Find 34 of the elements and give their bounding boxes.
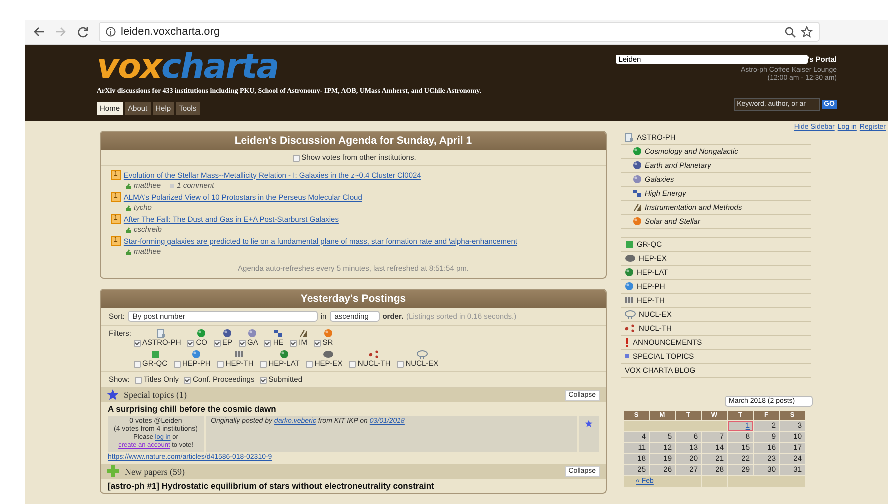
search-icon [785, 26, 796, 38]
filter-checkbox[interactable] [290, 340, 297, 347]
section-title: Special topics (1) [124, 390, 187, 400]
thumb-icon [125, 248, 131, 254]
filter-checkbox[interactable] [314, 340, 321, 347]
filter-checkbox[interactable] [134, 361, 140, 368]
thumb-icon [125, 182, 131, 188]
plus-icon [107, 465, 120, 478]
site-logo: voxcharta [97, 49, 280, 85]
filter-checkbox[interactable] [174, 361, 180, 368]
reload-icon[interactable] [77, 26, 89, 38]
info-icon [106, 27, 116, 37]
filter-checkbox[interactable] [238, 340, 246, 347]
filter-checkbox[interactable] [134, 340, 140, 347]
post-title: [astro-ph #1] Hydrostatic equilibrium of stars without electroneutrality constraint [107, 480, 436, 493]
thumb-icon [125, 204, 131, 210]
post-title: A surprising chill before the cosmic dawn [107, 403, 278, 416]
filter-checkbox[interactable] [187, 340, 194, 347]
filter-checkbox[interactable] [260, 361, 267, 368]
url-field[interactable]: leiden.voxcharta.org [121, 26, 220, 38]
filter-checkbox[interactable] [214, 340, 221, 347]
filter-checkbox[interactable] [396, 361, 404, 368]
filter-checkbox[interactable] [348, 361, 356, 368]
filter-checkbox[interactable] [264, 340, 272, 347]
back-icon[interactable] [33, 26, 45, 38]
star-icon [585, 420, 593, 428]
filter-checkbox[interactable] [216, 361, 224, 368]
filter-checkbox[interactable] [306, 361, 313, 368]
agenda-title-bar: Leiden's Discussion Agenda for Sunday, April 1 [101, 132, 606, 150]
postings-title-bar: Yesterday's Postings [101, 290, 606, 308]
star-icon [801, 26, 813, 38]
section-title: New papers (59) [125, 466, 185, 476]
star-icon [107, 389, 119, 401]
thumb-icon [125, 226, 131, 232]
